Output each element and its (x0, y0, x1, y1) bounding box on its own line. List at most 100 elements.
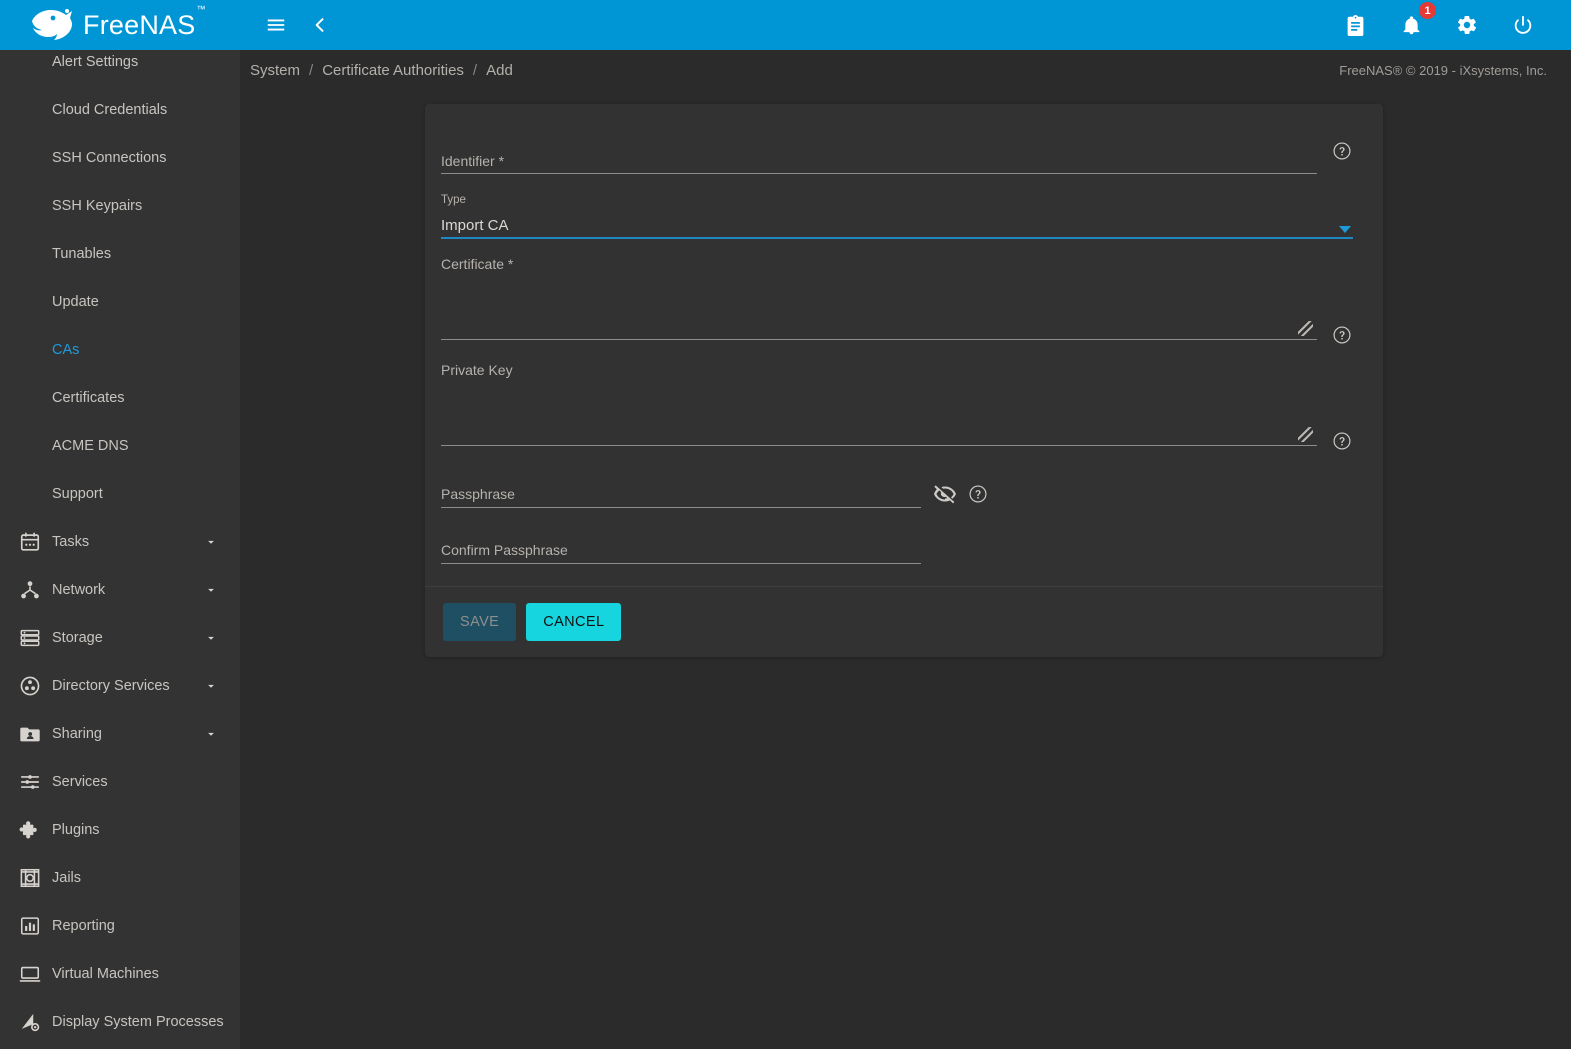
sidebar-item-sharing[interactable]: Sharing (0, 710, 240, 758)
alerts-badge: 1 (1418, 1, 1437, 20)
sidebar-item-virtual-machines[interactable]: Virtual Machines (0, 950, 240, 998)
chevron-down-icon[interactable] (204, 631, 218, 645)
sidebar-item-certificates[interactable]: Certificates (0, 374, 240, 422)
form-actions: SAVE CANCEL (425, 587, 1383, 657)
sharing-icon (8, 723, 52, 745)
sidebar-item-label: Storage (52, 630, 103, 646)
sidebar-item-label: SSH Connections (52, 150, 167, 166)
type-selected-value: Import CA (441, 217, 509, 234)
passphrase-input[interactable] (441, 484, 921, 504)
calendar-icon (8, 531, 52, 553)
chevron-down-icon[interactable] (204, 679, 218, 693)
sidebar-item-directory-services[interactable]: Directory Services (0, 662, 240, 710)
private-key-underline (441, 445, 1317, 446)
identifier-underline (441, 173, 1317, 174)
add-ca-form-card: Identifier * Type Import CA Certificate … (425, 104, 1383, 657)
breadcrumb-item-certificate-authorities[interactable]: Certificate Authorities (322, 62, 464, 79)
resize-handle-icon[interactable] (1298, 321, 1313, 336)
sidebar-item-update[interactable]: Update (0, 278, 240, 326)
power-icon[interactable] (1503, 5, 1543, 45)
top-bar: FreeNAS™ 1 (0, 0, 1571, 50)
clipboard-icon[interactable] (1335, 5, 1375, 45)
breadcrumb-item-system[interactable]: System (250, 62, 300, 79)
sidebar[interactable]: Alert Settings Cloud Credentials SSH Conne… (0, 50, 240, 1049)
storage-icon (8, 627, 52, 649)
directory-services-icon (8, 675, 52, 697)
certificate-field: Certificate * (441, 254, 1367, 354)
sidebar-nav-list: Alert Settings Cloud Credentials SSH Conne… (0, 50, 240, 1046)
chevron-down-icon[interactable] (1339, 226, 1351, 233)
chevron-down-icon[interactable] (204, 727, 218, 741)
services-icon (8, 771, 52, 793)
help-circle-icon[interactable] (1331, 324, 1353, 346)
sidebar-item-support[interactable]: Support (0, 470, 240, 518)
sidebar-item-storage[interactable]: Storage (0, 614, 240, 662)
hamburger-menu-icon[interactable] (256, 5, 296, 45)
sidebar-item-jails[interactable]: Jails (0, 854, 240, 902)
confirm-passphrase-field: Confirm Passphrase (441, 522, 1367, 572)
eye-off-icon[interactable] (933, 482, 957, 506)
sidebar-item-label: Virtual Machines (52, 966, 159, 982)
save-button[interactable]: SAVE (443, 603, 517, 641)
resize-handle-icon[interactable] (1298, 427, 1313, 442)
sidebar-item-display-system-processes[interactable]: Display System Processes (0, 998, 240, 1046)
copyright-text: FreeNAS® © 2019 - iXsystems, Inc. (1339, 62, 1547, 78)
sidebar-item-tunables[interactable]: Tunables (0, 230, 240, 278)
sidebar-item-alert-settings[interactable]: Alert Settings (0, 50, 240, 86)
freenas-fish-logo-icon (32, 9, 72, 40)
sidebar-item-label: SSH Keypairs (52, 198, 143, 214)
sidebar-item-plugins[interactable]: Plugins (0, 806, 240, 854)
certificate-textarea[interactable] (441, 274, 1317, 336)
passphrase-underline (441, 507, 921, 508)
certificate-underline (441, 339, 1317, 340)
sidebar-item-cloud-credentials[interactable]: Cloud Credentials (0, 86, 240, 134)
bell-icon[interactable]: 1 (1391, 1, 1437, 45)
main-content: System / Certificate Authorities / Add F… (240, 50, 1571, 1049)
sidebar-item-label: Cloud Credentials (52, 102, 168, 118)
sidebar-item-label: Plugins (52, 822, 100, 838)
chevron-down-icon[interactable] (204, 535, 218, 549)
passphrase-field: Passphrase (441, 466, 1367, 516)
breadcrumb-separator: / (309, 61, 314, 79)
passphrase-controls (933, 482, 989, 506)
chevron-down-icon[interactable] (204, 583, 218, 597)
sidebar-item-label: Network (52, 582, 106, 598)
app-root: FreeNAS™ 1 Alert Settings Cloud Credenti… (0, 0, 1571, 1049)
sidebar-item-tasks[interactable]: Tasks (0, 518, 240, 566)
breadcrumb-separator: / (472, 61, 478, 79)
top-bar-right-controls: 1 (1335, 1, 1571, 45)
sidebar-item-acme-dns[interactable]: ACME DNS (0, 422, 240, 470)
reporting-icon (8, 915, 52, 937)
sidebar-item-label: Tasks (52, 534, 90, 550)
sidebar-item-label: Display System Processes (52, 1014, 224, 1030)
private-key-textarea[interactable] (441, 380, 1317, 442)
identifier-input[interactable] (441, 150, 1317, 172)
sidebar-item-label: Update (52, 294, 99, 310)
confirm-passphrase-underline (441, 563, 921, 564)
sidebar-item-label: Services (52, 774, 108, 790)
sidebar-item-label: Certificates (52, 390, 125, 406)
sidebar-item-reporting[interactable]: Reporting (0, 902, 240, 950)
certificate-label: Certificate * (441, 256, 514, 272)
sidebar-item-label: Alert Settings (52, 54, 139, 70)
sidebar-item-cas[interactable]: CAs (0, 326, 240, 374)
help-circle-icon[interactable] (1331, 430, 1353, 452)
sidebar-item-label: Support (52, 486, 103, 502)
confirm-passphrase-input[interactable] (441, 540, 921, 560)
sidebar-item-network[interactable]: Network (0, 566, 240, 614)
breadcrumb: System / Certificate Authorities / Add F… (240, 50, 1571, 90)
gear-icon[interactable] (1447, 5, 1487, 45)
sidebar-item-ssh-connections[interactable]: SSH Connections (0, 134, 240, 182)
sidebar-item-label: Reporting (52, 918, 115, 934)
sidebar-item-label: Tunables (52, 246, 112, 262)
sidebar-item-services[interactable]: Services (0, 758, 240, 806)
chevron-left-icon[interactable] (300, 5, 340, 45)
brand-logo[interactable]: FreeNAS™ (0, 0, 240, 50)
cancel-button[interactable]: CANCEL (526, 603, 622, 641)
jails-icon (8, 867, 52, 889)
help-circle-icon[interactable] (1331, 140, 1353, 162)
sidebar-item-ssh-keypairs[interactable]: SSH Keypairs (0, 182, 240, 230)
type-field[interactable]: Type Import CA (441, 190, 1367, 248)
display-system-processes-icon (8, 1011, 52, 1033)
help-circle-icon[interactable] (967, 483, 989, 505)
